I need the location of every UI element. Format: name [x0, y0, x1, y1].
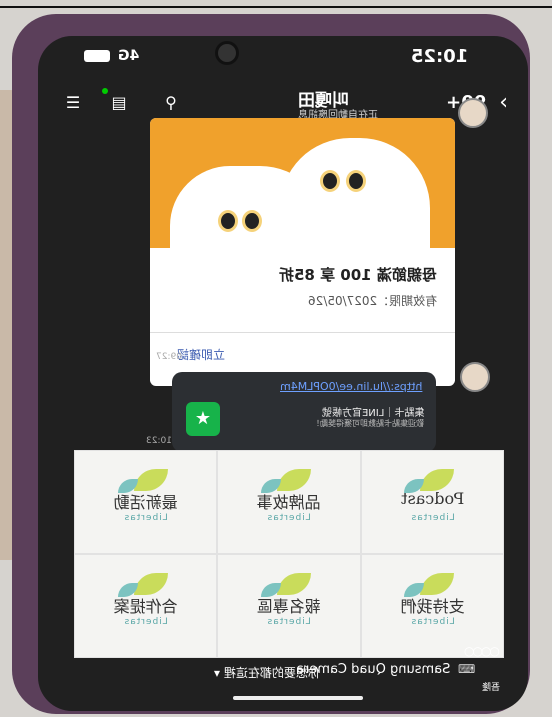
avatar[interactable]: [458, 98, 488, 128]
menu-item-sub: Libertas: [266, 617, 312, 627]
link-preview-card[interactable]: https://lu.lin.ee/0OPLM4m 集點卡｜LINE官方帳號 歡…: [172, 372, 436, 452]
menu-item-sub: Libertas: [266, 513, 312, 523]
rich-menu: 最新活動 Libertas 品牌故事 Libertas Podcast Libe…: [74, 450, 504, 658]
menu-item-sub: Libertas: [410, 617, 455, 627]
menu-item-label: 最新活動: [113, 493, 178, 512]
confirm-label: 立即確認: [176, 348, 225, 362]
avatar[interactable]: [460, 362, 490, 392]
camera-watermark: Samsung Quad Camera: [296, 662, 451, 677]
menu-item-label: Podcast: [400, 489, 464, 508]
menu-item-collaboration[interactable]: 合作提案 Libertas: [74, 554, 218, 658]
menu-item-brand-story[interactable]: 品牌故事 Libertas: [217, 450, 361, 554]
message-timestamp: 09:27: [156, 352, 182, 362]
clock: 10:25: [410, 46, 468, 67]
link-title: 集點卡｜LINE官方帳號: [321, 408, 424, 419]
cat-eye: [320, 170, 340, 192]
menu-item-sub: Libertas: [123, 617, 168, 627]
leaf-icon: [420, 469, 455, 491]
link-url[interactable]: https://lu.lin.ee/0OPLM4m: [280, 380, 422, 393]
search-icon[interactable]: ⚲: [162, 94, 180, 112]
coupon-illustration: [150, 118, 455, 256]
leaf-icon: [133, 469, 168, 491]
leaf-icon: [276, 469, 311, 491]
link-description: 歡迎集點卡點數即可獲得獎勵！: [312, 419, 424, 428]
menu-item-label: 報名專區: [256, 597, 321, 616]
menu-icon[interactable]: ☰: [64, 94, 82, 112]
photo-frame: 4G 10:25 ☰ ▤ ⚲ 叫嘎田 正在自動回應訊息 99+ ‹: [0, 0, 552, 717]
divider: [150, 332, 455, 333]
line-logo-icon: ★: [186, 402, 220, 436]
bottom-bar: 你想要的都在這裡 ▾ ⌨: [38, 658, 528, 711]
status-bar: 4G 10:25: [38, 36, 528, 76]
menu-item-latest-events[interactable]: 最新活動 Libertas: [74, 450, 218, 554]
coupon-title: 母親節滿 100 享 85折: [279, 266, 437, 284]
menu-item-sub: Libertas: [123, 513, 168, 523]
notes-icon[interactable]: ▤: [110, 94, 128, 112]
notification-dot: [102, 88, 108, 94]
top-border-line: [0, 6, 552, 8]
leaf-icon: [133, 573, 168, 595]
menu-item-label: 合作提案: [113, 597, 178, 616]
battery-icon: [84, 50, 110, 62]
cat-illustration-right: [280, 138, 430, 248]
coupon-card[interactable]: 母親節滿 100 享 85折 有效期限：2027/05/26 立即確認: [150, 118, 455, 386]
menu-item-label: 支持我們: [400, 597, 465, 616]
cat-eye: [346, 170, 366, 192]
confirm-button[interactable]: 立即確認: [150, 344, 455, 374]
camera-logo-icon: ○○○○: [464, 644, 500, 658]
home-indicator: [233, 696, 363, 700]
leaf-icon: [420, 573, 455, 595]
watermark-subtext: 吾隆: [482, 683, 501, 693]
leaf-icon: [276, 573, 311, 595]
cat-eye: [218, 210, 238, 232]
cat-eye: [242, 210, 262, 232]
front-camera: [218, 44, 236, 62]
menu-item-sub: Libertas: [410, 513, 455, 523]
menu-item-support-us[interactable]: 支持我們 Libertas: [360, 554, 504, 658]
menu-item-label: 品牌故事: [256, 493, 321, 512]
menu-item-registration[interactable]: 報名專區 Libertas: [217, 554, 361, 658]
phone-screen: 4G 10:25 ☰ ▤ ⚲ 叫嘎田 正在自動回應訊息 99+ ‹: [38, 36, 528, 711]
coupon-expiry: 有效期限：2027/05/26: [307, 294, 437, 308]
back-arrow-icon[interactable]: ‹: [499, 90, 508, 115]
message-timestamp: 10:23: [146, 436, 172, 446]
phone-case: 4G 10:25 ☰ ▤ ⚲ 叫嘎田 正在自動回應訊息 99+ ‹: [12, 14, 530, 714]
keyboard-icon[interactable]: ⌨: [458, 662, 475, 676]
network-indicator: 4G: [118, 48, 140, 64]
menu-item-podcast[interactable]: Podcast Libertas: [360, 450, 504, 554]
